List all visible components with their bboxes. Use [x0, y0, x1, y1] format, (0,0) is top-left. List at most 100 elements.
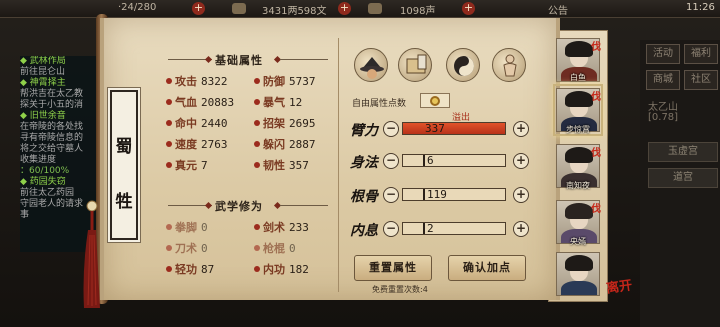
add-energy-button[interactable]: + — [192, 2, 205, 15]
quest-line: 前往太乙药园 — [20, 188, 75, 198]
stat-accuracy: 命中 2440 — [166, 115, 228, 131]
quest-line: 帮洪吉在太乙教 — [20, 89, 84, 99]
column-divider — [338, 38, 339, 292]
inner-breath-marker — [423, 223, 425, 234]
top-resource-bar: ·24/280 + 3431两598文 + 1098声 + 公告 11:26 — [0, 0, 720, 18]
location-coords: [0.78] — [648, 112, 679, 123]
constitution-marker — [423, 189, 425, 200]
skill-spear: 枪棍 0 — [254, 240, 296, 256]
hat-warrior-icon[interactable] — [354, 48, 388, 82]
skill-inner: 内功 182 — [254, 261, 309, 277]
name-char-2: 牲 — [115, 192, 133, 212]
minus-strength-button[interactable]: − — [383, 121, 399, 137]
strength-bar-fill — [403, 123, 505, 134]
name-char-1: 蜀 — [115, 137, 133, 157]
quest-line: 将之交给守墓人 — [20, 144, 84, 154]
alloc-label-agility: 身法 — [350, 155, 378, 171]
minus-constitution-button[interactable]: − — [383, 187, 399, 203]
minus-agility-button[interactable]: − — [383, 153, 399, 169]
meridian-figure-icon[interactable] — [492, 48, 526, 82]
community-button[interactable]: 社区 — [684, 70, 718, 90]
strength-value: 337 — [425, 122, 445, 135]
constitution-bar: 119 — [402, 188, 506, 201]
free-points-label: 自由属性点数 — [352, 99, 407, 109]
reset-attributes-button[interactable]: 重置属性 — [354, 255, 432, 281]
shop-button[interactable]: 商城 — [646, 70, 680, 90]
constitution-value: 119 — [427, 188, 447, 201]
stat-true-energy: 真元 7 — [166, 157, 208, 173]
plus-agility-button[interactable]: + — [513, 153, 529, 169]
add-money-button[interactable]: + — [338, 2, 351, 15]
tab-yuxu-palace[interactable]: 玉虚宫 — [648, 142, 718, 162]
party-badge-1: 伐 — [591, 42, 601, 53]
party-name-2: 步惊霄 — [566, 125, 590, 134]
stat-dodge: 躲闪 2887 — [254, 136, 316, 152]
quest-line: 收集进度 — [20, 155, 57, 165]
header-rule — [280, 59, 328, 60]
quest-line: 探关于小五的消 — [20, 100, 84, 110]
prestige-value: 1098声 — [400, 6, 436, 17]
money-value: 3431两598文 — [262, 6, 327, 17]
stat-toughness: 韧性 357 — [254, 157, 309, 173]
quest-line: 在帝陵的各处找 — [20, 122, 84, 132]
free-reset-count: 免费重置次数:4 — [372, 285, 428, 294]
location-name: 太乙山 — [648, 102, 678, 113]
stat-speed: 速度 2763 — [166, 136, 228, 152]
skill-fist: 拳脚 0 — [166, 219, 208, 235]
minus-inner-breath-button[interactable]: − — [383, 221, 399, 237]
skill-blade: 刀术 0 — [166, 240, 208, 256]
alloc-label-inner-breath: 内息 — [350, 223, 378, 239]
plus-constitution-button[interactable]: + — [513, 187, 529, 203]
activity-button[interactable]: 活动 — [646, 44, 680, 64]
plus-inner-breath-button[interactable]: + — [513, 221, 529, 237]
notice-button[interactable]: 公告 — [548, 2, 568, 17]
party-name-4: 央嫣 — [570, 237, 586, 246]
tab-dao-palace[interactable]: 道宫 — [648, 168, 718, 188]
agility-value: 6 — [427, 154, 434, 167]
character-name-plate: 蜀 牲 — [110, 90, 138, 240]
stat-attack: 攻击 8322 — [166, 73, 228, 89]
energy-value: ·24/280 — [118, 2, 157, 13]
prestige-icon — [368, 3, 382, 14]
inner-breath-bar: 2 — [402, 222, 506, 235]
martial-arts-title: 武学修为 — [215, 200, 263, 213]
close-seal-button[interactable]: 离开 — [605, 274, 633, 296]
quest-line: ◆ 武林作局 — [20, 56, 66, 66]
skill-lightness: 轻功 87 — [166, 261, 214, 277]
plus-strength-button[interactable]: + — [513, 121, 529, 137]
quest-line: ◆ 药园失窃 — [20, 177, 66, 187]
quest-line: 前往昆仑山 — [20, 67, 66, 77]
quest-line: ◆ 神霄择主 — [20, 78, 66, 88]
inner-breath-value: 2 — [427, 222, 434, 235]
party-badge-4: 伐 — [591, 204, 601, 215]
party-name-3: 南知夜 — [566, 181, 590, 190]
stat-hp: 气血 20883 — [166, 94, 234, 110]
skill-sword: 剑术 233 — [254, 219, 309, 235]
money-icon — [232, 3, 246, 14]
stat-parry: 招架 2695 — [254, 115, 316, 131]
alloc-label-constitution: 根骨 — [350, 189, 378, 205]
free-points-coin-icon — [420, 93, 450, 108]
strength-bar: 337 — [402, 122, 506, 135]
right-menu: 活动 福利 商城 社区 太乙山 [0.78] 玉虚宫 道宫 — [640, 40, 720, 327]
quest-line: ：60/100% — [20, 166, 70, 176]
agility-marker — [423, 155, 425, 166]
game-screen: ·24/280 + 3431两598文 + 1098声 + 公告 11:26 ◆… — [0, 0, 720, 327]
alloc-label-strength: 臂力 — [350, 123, 378, 139]
header-rule — [280, 205, 328, 206]
tassel-ornament — [83, 200, 100, 308]
quest-line: ◆ 旧世余音 — [20, 111, 66, 121]
welfare-button[interactable]: 福利 — [684, 44, 718, 64]
party-badge-2: 伐 — [591, 92, 601, 103]
clock: 11:26 — [686, 2, 715, 13]
stat-defense: 防御 5737 — [254, 73, 316, 89]
agility-bar: 6 — [402, 154, 506, 167]
basic-attributes-title: 基础属性 — [215, 54, 263, 67]
confirm-points-button[interactable]: 确认加点 — [448, 255, 526, 281]
add-prestige-button[interactable]: + — [462, 2, 475, 15]
scroll-book-icon[interactable] — [398, 48, 432, 82]
party-portrait-5[interactable] — [556, 252, 600, 296]
yin-yang-icon[interactable] — [446, 48, 480, 82]
stat-rage: 暴气 12 — [254, 94, 302, 110]
party-badge-3: 伐 — [591, 148, 601, 159]
